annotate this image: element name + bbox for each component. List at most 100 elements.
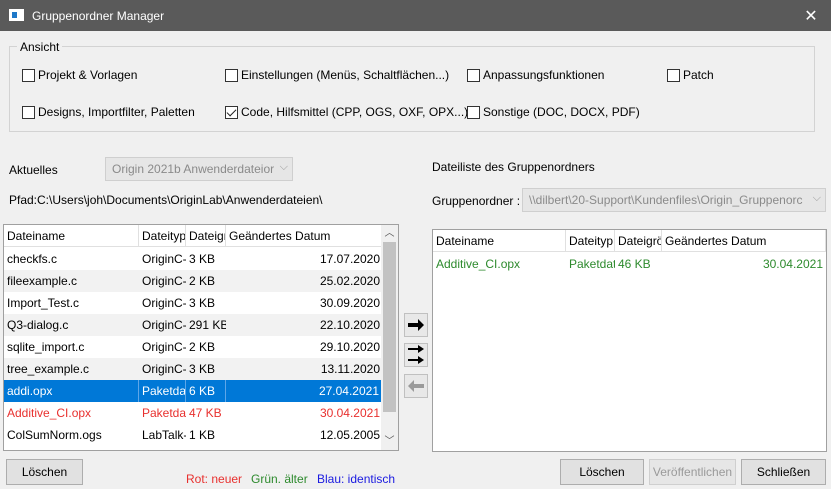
table-row[interactable]: Additive_CI.opx Paketdat 47 KB 30.04.2021 bbox=[4, 402, 383, 424]
aktuelles-label: Aktuelles bbox=[9, 163, 58, 177]
close-button[interactable]: Schließen bbox=[741, 459, 826, 485]
column-header-name[interactable]: Dateiname bbox=[433, 230, 566, 252]
scrollbar-thumb[interactable] bbox=[383, 242, 396, 412]
gruppenordner-combobox[interactable]: \\dilbert\20-Support\Kundenfiles\Origin_… bbox=[522, 188, 826, 212]
table-row[interactable]: sqlite_import.c OriginC- 2 KB 29.10.2020 bbox=[4, 336, 383, 358]
checkbox-label: Einstellungen (Menüs, Schaltflächen...) bbox=[241, 68, 450, 82]
legend-green: Grün. älter bbox=[251, 472, 308, 486]
cell-date: 27.04.2021 bbox=[226, 380, 383, 402]
cell-date: 29.10.2020 bbox=[319, 340, 380, 354]
cell-size: 1 KB bbox=[189, 428, 216, 442]
arrow-right-icon bbox=[408, 319, 424, 331]
column-header-size[interactable]: Dateigrö bbox=[186, 225, 226, 247]
cell-name: tree_example.c bbox=[7, 362, 90, 376]
close-icon[interactable]: ✕ bbox=[791, 0, 831, 31]
table-row[interactable]: tree_example.c OriginC- 3 KB 13.11.2020 bbox=[4, 358, 383, 380]
local-list-scrollbar[interactable]: ︿ ﹀ bbox=[381, 225, 398, 450]
copy-back-button[interactable] bbox=[404, 374, 428, 398]
cell-date: 30.04.2021 bbox=[762, 257, 823, 271]
table-row[interactable]: fileexample.c OriginC- 2 KB 25.02.2020 bbox=[4, 270, 383, 292]
chevron-down-icon[interactable]: ⌵ bbox=[280, 161, 288, 174]
cell-size: 3 KB bbox=[189, 362, 216, 376]
table-row[interactable]: Additive_CI.opx Paketdat 46 KB 30.04.2021 bbox=[433, 253, 826, 275]
checkbox-box[interactable] bbox=[667, 68, 680, 82]
checkbox-box[interactable] bbox=[467, 68, 480, 82]
cell-date: 17.07.2020 bbox=[319, 252, 380, 266]
column-header-size[interactable]: Dateigrö bbox=[615, 230, 662, 252]
scroll-up-icon[interactable]: ︿ bbox=[381, 225, 398, 242]
cell-name: Q3-dialog.c bbox=[7, 318, 69, 332]
checkbox-code-hilfsmittel[interactable]: Code, Hilfsmittel (CPP, OGS, OXF, OPX...… bbox=[225, 105, 468, 119]
column-header-date[interactable]: Geändertes Datum bbox=[226, 225, 383, 247]
cell-name: fileexample.c bbox=[7, 274, 78, 288]
scroll-down-icon[interactable]: ﹀ bbox=[381, 433, 398, 450]
column-header-name[interactable]: Dateiname bbox=[4, 225, 139, 247]
cell-date: 13.11.2020 bbox=[320, 362, 380, 376]
cell-type: OriginC- bbox=[142, 318, 186, 332]
checkbox-patch[interactable]: Patch bbox=[667, 68, 714, 82]
copy-selected-button[interactable] bbox=[404, 313, 428, 337]
aktuelles-value: Origin 2021b Anwenderdateior bbox=[112, 162, 275, 176]
group-delete-button[interactable]: Löschen bbox=[560, 459, 644, 485]
cell-type: Paketdat bbox=[139, 380, 186, 402]
checkbox-einstellungen[interactable]: Einstellungen (Menüs, Schaltflächen...) bbox=[225, 68, 449, 82]
group-file-list[interactable]: Dateiname Dateityp Dateigrö Geändertes D… bbox=[432, 229, 827, 452]
checkbox-box[interactable] bbox=[22, 105, 35, 119]
publish-button: Veröffentlichen bbox=[649, 459, 736, 485]
checkbox-label: Sonstige (DOC, DOCX, PDF) bbox=[483, 105, 640, 119]
table-row[interactable]: Import_Test.c OriginC- 3 KB 30.09.2020 bbox=[4, 292, 383, 314]
table-row[interactable]: checkfs.c OriginC- 3 KB 17.07.2020 bbox=[4, 248, 383, 270]
checkbox-box[interactable] bbox=[225, 105, 238, 119]
cell-size: 6 KB bbox=[186, 380, 226, 402]
double-arrow-right-icon bbox=[408, 345, 424, 364]
cell-name: Additive_CI.opx bbox=[7, 406, 92, 420]
copy-all-button[interactable] bbox=[404, 343, 428, 367]
table-row[interactable]: addi.opx Paketdat 6 KB 27.04.2021 bbox=[4, 380, 383, 402]
checkbox-sonstige[interactable]: Sonstige (DOC, DOCX, PDF) bbox=[467, 105, 640, 119]
table-row[interactable]: Q3-dialog.c OriginC- 291 KB 22.10.2020 bbox=[4, 314, 383, 336]
checkbox-label: Designs, Importfilter, Paletten bbox=[38, 105, 195, 119]
table-row[interactable]: ColSumNorm.ogs LabTalk- 1 KB 12.05.2005 bbox=[4, 424, 383, 446]
cell-type: OriginC- bbox=[142, 340, 186, 354]
cell-size: 46 KB bbox=[618, 257, 651, 271]
checkbox-label: Patch bbox=[683, 68, 714, 82]
checkbox-box[interactable] bbox=[225, 68, 238, 82]
column-header-type[interactable]: Dateityp bbox=[139, 225, 186, 247]
legend-red: Rot: neuer bbox=[186, 472, 243, 486]
checkbox-label: Projekt & Vorlagen bbox=[38, 68, 138, 82]
cell-size: 2 KB bbox=[189, 274, 216, 288]
ansicht-group-label: Ansicht bbox=[17, 40, 63, 54]
column-header-type[interactable]: Dateityp bbox=[566, 230, 615, 252]
cell-date: 30.09.2020 bbox=[319, 296, 380, 310]
app-icon bbox=[9, 9, 24, 21]
cell-type: Paketdat bbox=[142, 406, 186, 420]
cell-size: 291 KB bbox=[189, 318, 226, 332]
cell-name: Import_Test.c bbox=[7, 296, 80, 310]
local-file-list[interactable]: Dateiname Dateityp Dateigrö Geändertes D… bbox=[3, 224, 399, 451]
checkbox-projekt-vorlagen[interactable]: Projekt & Vorlagen bbox=[22, 68, 137, 82]
cell-name: checkfs.c bbox=[7, 252, 58, 266]
gruppenordner-label: Gruppenordner : bbox=[432, 194, 521, 208]
chevron-down-icon[interactable]: ⌵ bbox=[813, 192, 821, 205]
legend-blue: Blau: identisch bbox=[317, 472, 396, 486]
cell-name: ColSumNorm.ogs bbox=[7, 428, 102, 442]
checkbox-designs[interactable]: Designs, Importfilter, Paletten bbox=[22, 105, 195, 119]
arrow-left-icon bbox=[408, 380, 424, 392]
cell-date: 30.04.2021 bbox=[319, 406, 380, 420]
cell-name: addi.opx bbox=[4, 380, 139, 402]
local-delete-button[interactable]: Löschen bbox=[6, 459, 83, 485]
cell-size: 3 KB bbox=[189, 296, 216, 310]
cell-type: Paketdat bbox=[569, 257, 615, 271]
cell-type: OriginC- bbox=[142, 362, 186, 376]
checkbox-box[interactable] bbox=[467, 105, 480, 119]
cell-date: 25.02.2020 bbox=[319, 274, 380, 288]
cell-type: OriginC- bbox=[142, 296, 186, 310]
cell-date: 22.10.2020 bbox=[319, 318, 380, 332]
gruppenordner-value: \\dilbert\20-Support\Kundenfiles\Origin_… bbox=[529, 193, 803, 207]
checkbox-anpassungsfunktionen[interactable]: Anpassungsfunktionen bbox=[467, 68, 604, 82]
cell-type: LabTalk- bbox=[142, 428, 186, 442]
checkbox-label: Code, Hilfsmittel (CPP, OGS, OXF, OPX...… bbox=[241, 105, 469, 119]
aktuelles-combobox[interactable]: Origin 2021b Anwenderdateior ⌵ bbox=[105, 157, 293, 181]
column-header-date[interactable]: Geändertes Datum bbox=[662, 230, 826, 252]
checkbox-box[interactable] bbox=[22, 68, 35, 82]
